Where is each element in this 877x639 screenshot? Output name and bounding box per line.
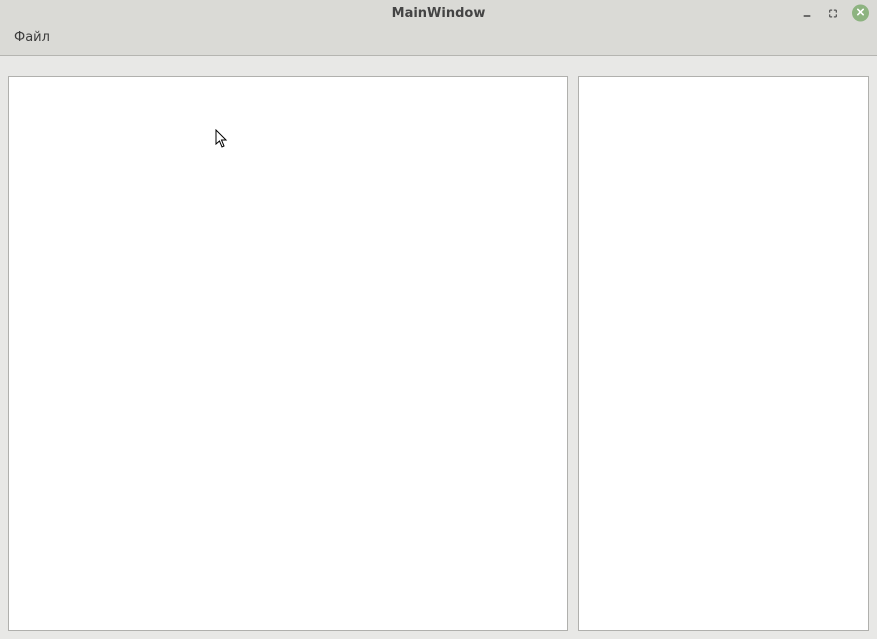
window-controls [800,5,869,22]
minimize-icon [800,6,814,20]
toolbar [0,48,877,56]
maximize-icon [826,6,840,20]
toolbar-grip-icon [4,50,8,54]
menu-file[interactable]: Файл [10,28,54,47]
content-area [0,56,877,639]
minimize-button[interactable] [800,6,814,20]
menubar: Файл [0,26,877,48]
maximize-button[interactable] [826,6,840,20]
left-panel[interactable] [8,76,568,631]
window-title: MainWindow [392,6,486,21]
close-button[interactable] [852,5,869,22]
right-panel[interactable] [578,76,869,631]
close-icon [856,6,865,21]
titlebar: MainWindow [0,0,877,26]
